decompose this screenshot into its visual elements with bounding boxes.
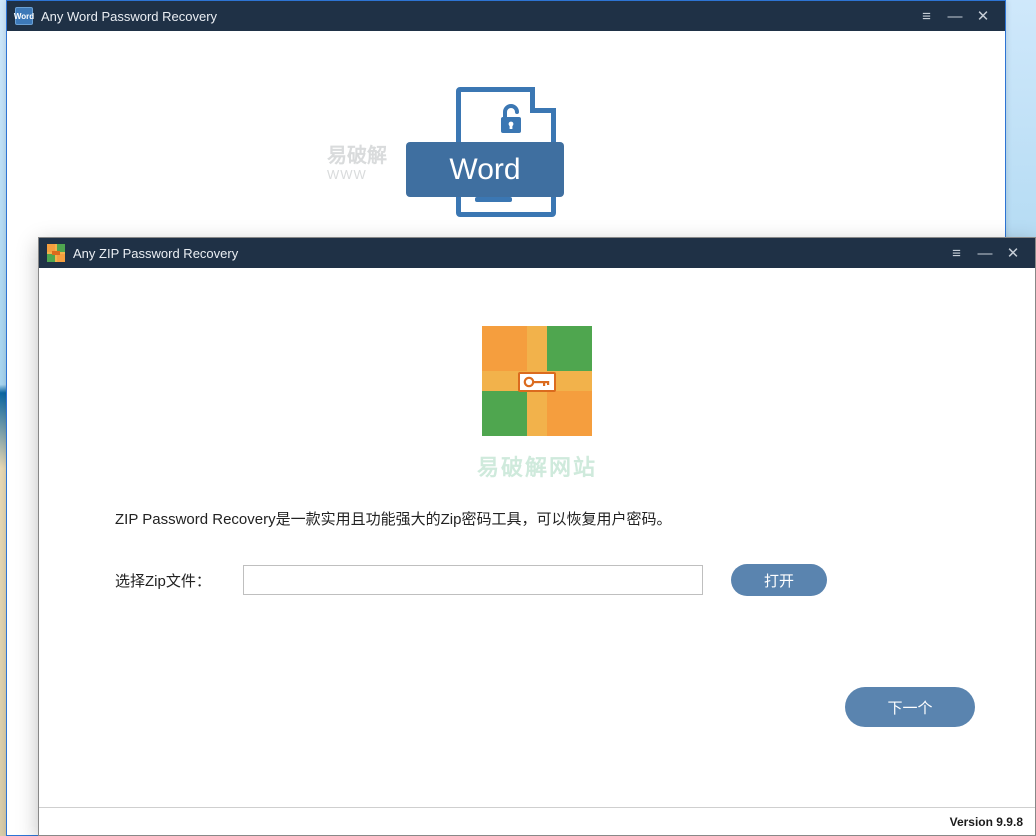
key-icon bbox=[518, 372, 556, 392]
version-bar: Version 9.9.8 bbox=[39, 807, 1035, 835]
zip-titlebar: Any ZIP Password Recovery ≡ — ✕ bbox=[39, 238, 1035, 268]
file-path-input[interactable] bbox=[243, 565, 703, 595]
unlock-icon bbox=[496, 103, 526, 140]
word-window-title: Any Word Password Recovery bbox=[41, 9, 217, 24]
word-badge-icon: Word bbox=[15, 7, 33, 25]
word-document-illustration: Word bbox=[406, 87, 606, 242]
select-file-label: 选择Zip文件： bbox=[115, 570, 225, 591]
file-select-row: 选择Zip文件： 打开 bbox=[115, 564, 975, 596]
word-app-icon: Word bbox=[15, 7, 33, 25]
next-button[interactable]: 下一个 bbox=[845, 687, 975, 727]
zip-minimize-button[interactable]: — bbox=[971, 239, 999, 267]
zip-badge-icon bbox=[47, 244, 65, 262]
zip-watermark-text: 易破解网站 bbox=[477, 450, 597, 482]
watermark-subtext: WWW bbox=[327, 167, 367, 182]
word-label-badge: Word bbox=[406, 142, 564, 197]
zip-description-text: ZIP Password Recovery是一款实用且功能强大的Zip密码工具，… bbox=[115, 508, 671, 529]
version-text: Version 9.9.8 bbox=[950, 815, 1023, 829]
zip-recovery-window: Any ZIP Password Recovery ≡ — ✕ 易破解网站 ZI… bbox=[38, 237, 1036, 836]
word-minimize-button[interactable]: — bbox=[941, 2, 969, 30]
watermark-text: 易破解 bbox=[327, 139, 387, 168]
zip-close-button[interactable]: ✕ bbox=[999, 239, 1027, 267]
zip-window-title: Any ZIP Password Recovery bbox=[73, 246, 238, 261]
zip-file-illustration bbox=[482, 326, 592, 436]
zip-icon bbox=[482, 326, 592, 436]
word-menu-button[interactable]: ≡ bbox=[913, 2, 941, 30]
zip-window-body: 易破解网站 ZIP Password Recovery是一款实用且功能强大的Zi… bbox=[39, 268, 1035, 807]
word-titlebar: Word Any Word Password Recovery ≡ — ✕ bbox=[7, 1, 1005, 31]
word-close-button[interactable]: ✕ bbox=[969, 2, 997, 30]
zip-menu-button[interactable]: ≡ bbox=[943, 239, 971, 267]
zip-app-icon bbox=[47, 244, 65, 262]
open-button[interactable]: 打开 bbox=[731, 564, 827, 596]
